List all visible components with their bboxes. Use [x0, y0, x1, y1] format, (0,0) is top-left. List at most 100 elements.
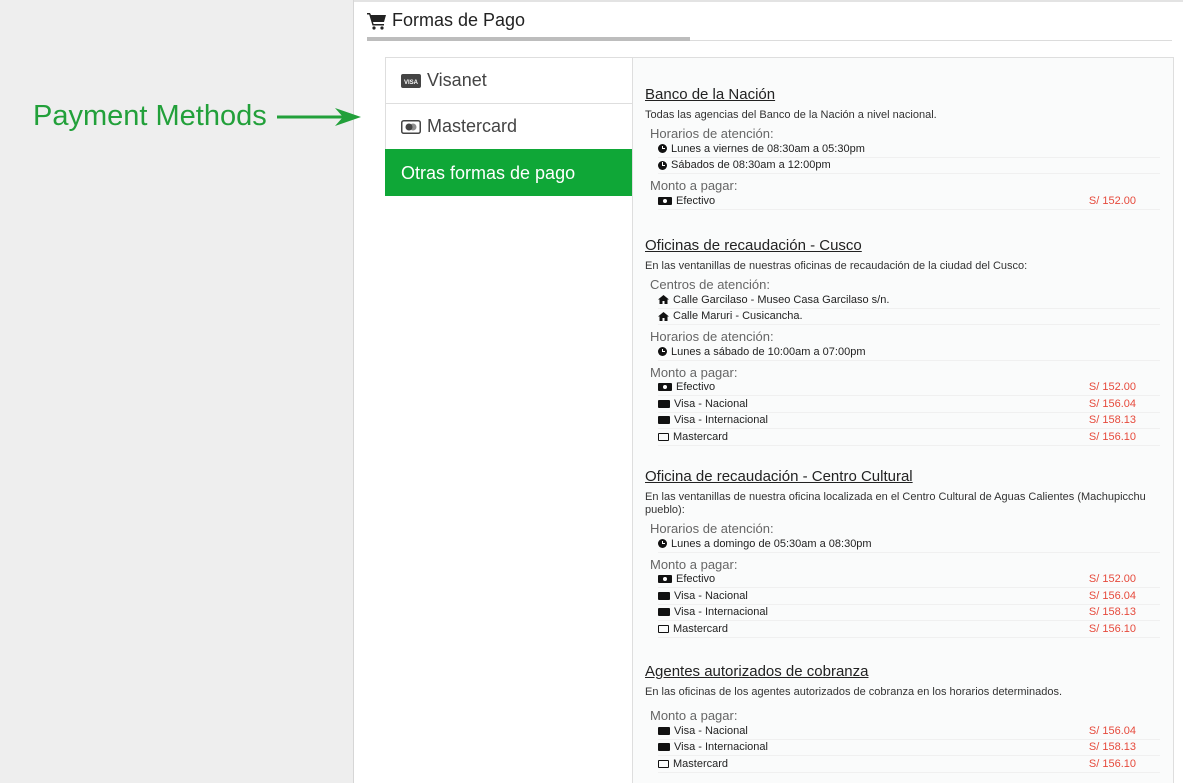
section-header: Formas de Pago	[367, 10, 525, 31]
tab-label: Otras formas de pago	[401, 162, 576, 183]
section-centro-cultural: Oficina de recaudación - Centro Cultural…	[645, 468, 1160, 638]
payment-row: Visa - Internacional S/ 158.13	[658, 413, 1160, 429]
visa-card-icon	[658, 399, 670, 408]
clock-icon	[658, 539, 667, 549]
hours-text: Sábados de 08:30am a 12:00pm	[671, 159, 831, 172]
section-description: Todas las agencias del Banco de la Nació…	[645, 109, 937, 121]
payment-row: Efectivo S/ 152.00	[658, 572, 1160, 588]
annotation-label: Payment Methods	[33, 100, 267, 132]
home-icon	[658, 295, 669, 305]
amount-label: Monto a pagar:	[650, 178, 738, 193]
payment-price: S/ 152.00	[1088, 381, 1136, 394]
payment-price: S/ 156.04	[1088, 724, 1136, 737]
section-title: Oficina de recaudación - Centro Cultural	[645, 468, 913, 485]
clock-icon	[658, 144, 667, 154]
payment-method: Visa - Nacional	[674, 724, 748, 737]
payment-price: S/ 156.04	[1088, 397, 1136, 410]
page-title: Formas de Pago	[392, 10, 526, 30]
visa-card-icon	[658, 416, 670, 425]
hours-label: Horarios de atención:	[650, 329, 774, 344]
top-border	[354, 0, 1183, 2]
amount-label: Monto a pagar:	[650, 556, 738, 572]
payment-method: Efectivo	[676, 194, 716, 207]
tab-otras-formas-de-pago[interactable]: Otras formas de pago	[385, 149, 633, 196]
payment-method: Efectivo	[676, 381, 716, 394]
payment-row: Visa - Nacional S/ 156.04	[658, 396, 1160, 413]
hours-label: Horarios de atención:	[650, 521, 774, 536]
section-description: En las ventanillas de nuestra oficina lo…	[645, 491, 1146, 516]
visa-card-icon	[658, 608, 670, 617]
visa-card-icon	[658, 743, 670, 752]
payment-price: S/ 152.00	[1088, 573, 1136, 586]
centers-label: Centros de atención:	[650, 277, 770, 292]
payment-price: S/ 158.13	[1088, 606, 1136, 619]
tab-label: Mastercard	[427, 116, 518, 136]
payment-row: Visa - Internacional S/ 158.13	[658, 740, 1160, 756]
shopping-cart-icon	[367, 12, 386, 30]
payment-method: Visa - Internacional	[674, 414, 768, 427]
center-text: Calle Garcilaso - Museo Casa Garcilaso s…	[673, 293, 890, 306]
arrow-right-icon	[276, 107, 361, 126]
mastercard-icon	[658, 624, 669, 633]
home-icon	[658, 311, 669, 321]
hours-row: Lunes a sábado de 10:00am a 07:00pm	[658, 344, 1160, 361]
section-title: Banco de la Nación	[645, 86, 776, 103]
payment-row: Visa - Internacional S/ 158.13	[658, 605, 1160, 621]
payment-row: Mastercard S/ 156.10	[658, 621, 1160, 638]
clock-icon	[658, 347, 667, 357]
hours-label: Horarios de atención:	[650, 126, 774, 141]
payment-price: S/ 152.00	[1088, 194, 1136, 207]
payment-row: Mastercard S/ 156.10	[658, 429, 1160, 446]
svg-text:VISA: VISA	[404, 80, 419, 86]
hours-text: Lunes a domingo de 05:30am a 08:30pm	[671, 537, 872, 550]
section-title: Agentes autorizados de cobranza	[645, 663, 869, 680]
amount-label: Monto a pagar:	[650, 364, 738, 380]
tab-label: Visanet	[427, 70, 487, 90]
hours-row: Lunes a viernes de 08:30am a 05:30pm	[658, 141, 1160, 158]
payment-method: Visa - Nacional	[674, 589, 748, 602]
payment-tabs: VISA Visanet Mastercard Otras formas de …	[385, 57, 633, 196]
tab-mastercard[interactable]: Mastercard	[385, 103, 633, 149]
payment-method: Mastercard	[673, 430, 729, 443]
mastercard-icon	[658, 432, 669, 441]
hours-text: Lunes a sábado de 10:00am a 07:00pm	[671, 345, 866, 358]
payment-method: Visa - Nacional	[674, 397, 748, 410]
payment-price: S/ 156.04	[1088, 589, 1136, 602]
payment-row: Visa - Nacional S/ 156.04	[658, 588, 1160, 605]
cash-icon	[658, 575, 672, 584]
payment-row: Mastercard S/ 156.10	[658, 756, 1160, 773]
payment-details-panel: Banco de la Nación Todas las agencias de…	[632, 57, 1174, 783]
hours-row: Lunes a domingo de 05:30am a 08:30pm	[658, 536, 1160, 553]
center-text: Calle Maruri - Cusicancha.	[673, 310, 803, 323]
section-description: En las oficinas de los agentes autorizad…	[645, 686, 1063, 698]
payment-method: Visa - Internacional	[674, 741, 768, 754]
center-row: Calle Maruri - Cusicancha.	[658, 309, 1160, 325]
visa-card-icon	[658, 726, 670, 735]
section-banco-de-la-nacion: Banco de la Nación Todas las agencias de…	[645, 86, 1160, 210]
payment-price: S/ 158.13	[1088, 414, 1136, 427]
section-description: En las ventanillas de nuestras oficinas …	[645, 260, 1028, 272]
payment-row: Efectivo S/ 152.00	[658, 380, 1160, 396]
tab-visanet[interactable]: VISA Visanet	[385, 57, 633, 103]
section-agentes-autorizados: Agentes autorizados de cobranza En las o…	[645, 663, 1160, 773]
amount-label: Monto a pagar:	[650, 708, 738, 723]
mastercard-icon	[658, 759, 669, 768]
payment-price: S/ 156.10	[1088, 622, 1136, 635]
payment-method: Visa - Internacional	[674, 606, 768, 619]
hours-text: Lunes a viernes de 08:30am a 05:30pm	[671, 142, 865, 155]
visa-card-icon: VISA	[401, 73, 421, 88]
cash-icon	[658, 383, 672, 392]
payment-price: S/ 156.10	[1088, 430, 1136, 443]
payment-row: Visa - Nacional S/ 156.04	[658, 723, 1160, 740]
payment-methods-annotation: Payment Methods	[33, 100, 365, 133]
center-row: Calle Garcilaso - Museo Casa Garcilaso s…	[658, 292, 1160, 309]
payment-price: S/ 156.10	[1088, 757, 1136, 770]
cash-icon	[658, 196, 672, 205]
section-title: Oficinas de recaudación - Cusco	[645, 237, 862, 254]
payment-method: Efectivo	[676, 573, 716, 586]
payment-method: Mastercard	[673, 757, 729, 770]
mastercard-icon	[401, 119, 421, 134]
hours-row: Sábados de 08:30am a 12:00pm	[658, 158, 1160, 174]
payment-method: Mastercard	[673, 622, 729, 635]
header-accent	[367, 37, 690, 41]
